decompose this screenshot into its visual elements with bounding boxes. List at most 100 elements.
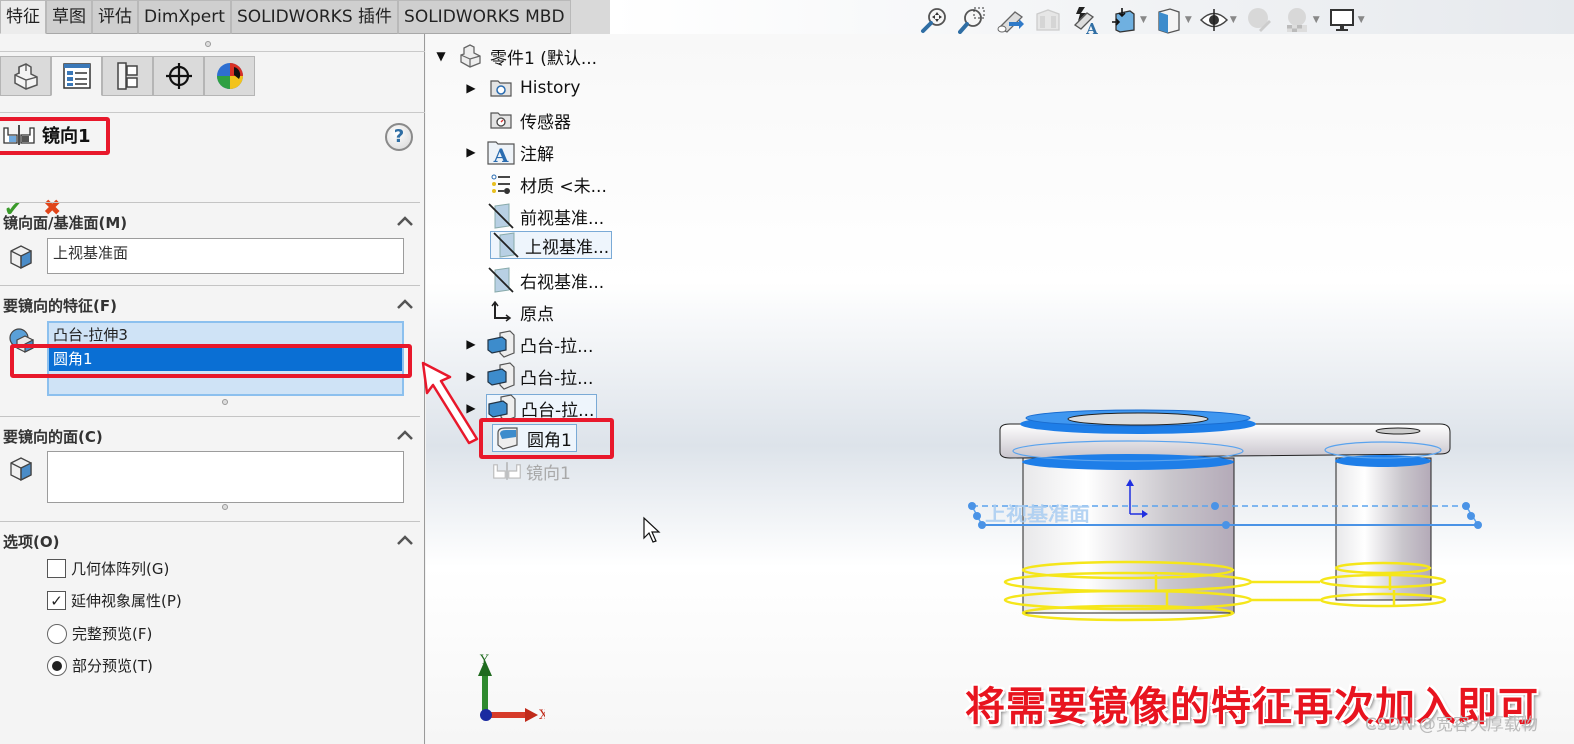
tab-solidworks-addins[interactable]: SOLIDWORKS 插件 [230,0,399,34]
expand-arrow-icon[interactable]: ▼ [426,49,456,63]
view-settings-button[interactable] [1326,4,1358,36]
tree-item-top-plane[interactable]: 上视基准... [490,231,613,259]
tree-item-label: 凸台-拉... [520,368,594,389]
partial-preview-radio[interactable] [47,655,67,676]
full-preview-option[interactable]: 完整预览(F) [47,623,152,644]
reference-triad[interactable]: Y X [470,650,545,730]
small-boss-cylinder [1335,457,1432,601]
expand-arrow-icon[interactable]: ▶ [456,337,486,351]
faces-to-mirror-field[interactable] [47,451,404,503]
previous-view-button[interactable] [994,4,1026,36]
collapse-chevron-icon[interactable] [396,428,414,442]
featuremanager-tab[interactable] [0,56,51,96]
tab-features[interactable]: 特征 [0,0,46,34]
zoom-to-area-button[interactable] [956,4,988,36]
tree-item-label: 右视基准... [520,272,605,293]
partial-preview-option[interactable]: 部分预览(T) [47,655,153,676]
tree-item-front-plane[interactable]: 前视基准... [456,202,604,230]
propagate-visual-checkbox[interactable]: ✓ [47,591,66,610]
propagate-visual-option[interactable]: ✓ 延伸视象属性(P) [47,590,182,611]
panel-splitter[interactable] [0,36,425,52]
grip-dot-icon [205,41,211,47]
mirror-icon [492,458,522,484]
property-manager-panel: 镜向1 ? ✔ ✖ 镜向面/基准面(M) 上视基准面 要镜向的特征(F) 凸台-… [0,34,425,744]
collapse-chevron-icon[interactable] [396,297,414,311]
display-style-icon [1158,8,1180,34]
geometry-pattern-checkbox[interactable] [47,559,66,578]
tree-item-label: 镜向1 [526,463,571,484]
tab-solidworks-mbd[interactable]: SOLIDWORKS MBD [398,0,571,34]
tree-item-label: 前视基准... [520,208,605,229]
tab-dimxpert[interactable]: DimXpert [138,0,231,34]
tree-item-history[interactable]: ▶ History [456,74,580,102]
mirror-plane-heading: 镜向面/基准面(M) [3,214,128,232]
y-axis-label: Y [479,653,489,668]
tree-item-origin[interactable]: 原点 [456,298,554,326]
dropdown-arrow-icon[interactable]: ▼ [1140,15,1147,25]
boss-extrude-icon [486,362,516,390]
tree-item-mirror1[interactable]: 镜向1 [492,457,571,485]
annotation-arrow-icon [421,361,479,445]
bore-hole [1375,427,1421,435]
annotation-highlight-box [10,344,412,378]
plane-icon [491,232,521,258]
propertymanager-tab[interactable] [51,56,102,96]
collapse-chevron-icon[interactable] [396,533,414,547]
plane-icon [486,203,516,229]
tree-item-sensors[interactable]: 传感器 [456,106,571,134]
expand-arrow-icon[interactable]: ▶ [456,81,486,95]
features-to-mirror-heading: 要镜向的特征(F) [3,297,117,315]
dropdown-arrow-icon[interactable]: ▼ [1185,15,1192,25]
x-axis-arrow [525,708,538,722]
tree-item-label: 原点 [520,304,554,325]
dimxpertmanager-tab[interactable] [153,56,204,96]
displaymanager-tab[interactable] [204,56,255,96]
tree-item-label: 材质 <未... [520,176,607,197]
dropdown-arrow-icon[interactable]: ▼ [1313,15,1320,25]
section-view-icon [1036,9,1060,31]
crosshair-icon [165,63,192,89]
apply-scene-button[interactable] [1281,4,1313,36]
tree-item-label: 凸台-拉... [520,336,594,357]
dropdown-arrow-icon[interactable]: ▼ [1230,15,1237,25]
divider [0,202,420,203]
mirror-plane-field[interactable]: 上视基准面 [47,238,404,274]
material-icon [486,171,516,197]
view-orientation-button[interactable] [1108,4,1140,36]
tree-item-material[interactable]: 材质 <未... [456,170,607,198]
geometry-pattern-option[interactable]: 几何体阵列(G) [47,558,169,579]
dropdown-arrow-icon[interactable]: ▼ [1358,15,1365,25]
x-axis [490,712,530,718]
zoom-to-fit-icon [921,8,946,33]
section-view-button[interactable] [1032,4,1064,36]
tree-item-boss-extrude1[interactable]: ▶ 凸台-拉... [456,330,593,358]
tab-evaluate[interactable]: 评估 [92,0,138,34]
z-axis [480,709,492,721]
part-model-view[interactable]: 上视基准面 [960,400,1500,630]
expand-arrow-icon[interactable]: ▶ [456,145,486,159]
tree-item-label: 零件1 (默认... [490,48,598,69]
tree-item-part[interactable]: ▼ 零件1 (默认... [426,42,597,70]
fillet-highlight [1022,454,1234,470]
resize-grip-icon[interactable] [222,399,228,405]
full-preview-radio[interactable] [47,623,67,644]
tree-item-annotations[interactable]: ▶ A 注解 [456,138,554,166]
hide-show-items-button[interactable] [1198,4,1230,36]
resize-grip-icon[interactable] [222,504,228,510]
collapse-chevron-icon[interactable] [396,214,414,228]
propagate-visual-label: 延伸视象属性(P) [71,592,182,610]
divider [0,112,425,113]
face-select-icon [10,457,32,482]
dynamic-annotation-button[interactable]: A [1070,4,1102,36]
configurationmanager-tab[interactable] [102,56,153,96]
tab-sketch[interactable]: 草图 [46,0,92,34]
annotation-highlight-box [0,117,110,155]
zoom-to-fit-button[interactable] [918,4,950,36]
edit-appearance-button[interactable] [1243,4,1275,36]
help-button[interactable]: ? [385,123,413,151]
property-list-icon [62,63,91,89]
command-manager-tabs: 特征 草图 评估 DimXpert SOLIDWORKS 插件 SOLIDWOR… [0,0,610,34]
display-style-button[interactable] [1153,4,1185,36]
previous-view-icon [997,11,1024,33]
tree-item-right-plane[interactable]: 右视基准... [456,266,604,294]
